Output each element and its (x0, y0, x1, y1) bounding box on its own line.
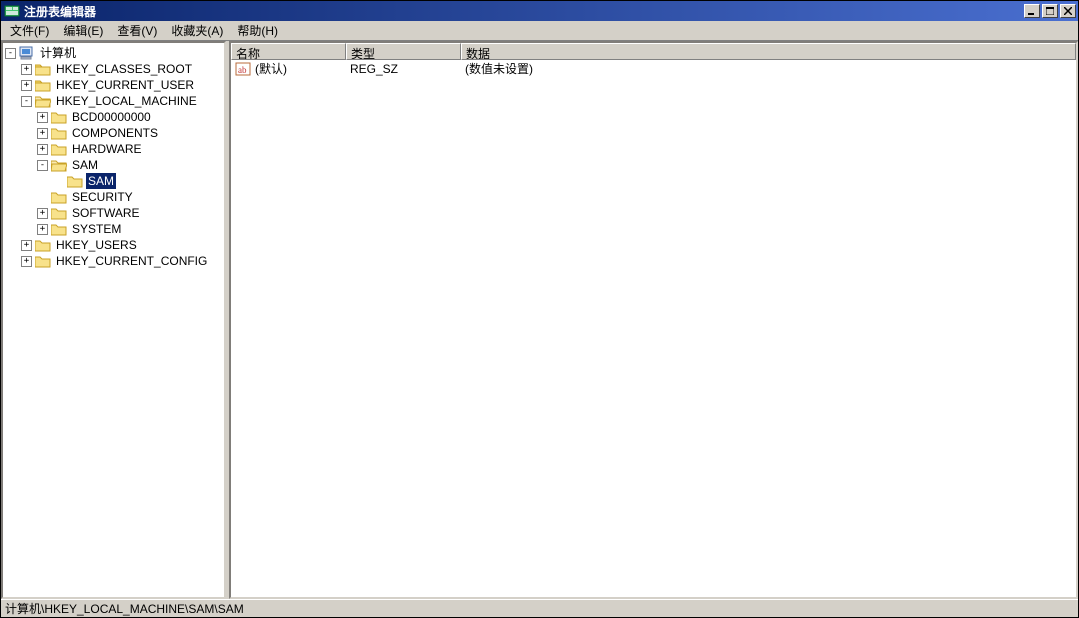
node-label-selected: SAM (86, 173, 116, 189)
node-label: SYSTEM (70, 221, 123, 237)
tree-node-sam[interactable]: - SAM (3, 157, 224, 173)
column-header-data[interactable]: 数据 (461, 43, 1076, 60)
expander-icon (37, 192, 48, 203)
tree-node-hkcu[interactable]: + HKEY_CURRENT_USER (3, 77, 224, 93)
node-label: HKEY_USERS (54, 237, 139, 253)
tree-node-sam-sam[interactable]: SAM (3, 173, 224, 189)
folder-icon (67, 174, 83, 188)
menu-file[interactable]: 文件(F) (3, 21, 56, 40)
window-title: 注册表编辑器 (24, 3, 1022, 20)
expander-icon[interactable]: + (21, 80, 32, 91)
folder-icon (35, 78, 51, 92)
tree-pane[interactable]: - 计算机 + HKEY_CLASSES_ROOT (1, 41, 226, 599)
node-label: HKEY_LOCAL_MACHINE (54, 93, 199, 109)
folder-icon (51, 126, 67, 140)
value-name: (默认) (255, 60, 287, 77)
folder-icon (51, 110, 67, 124)
column-header-type[interactable]: 类型 (346, 43, 461, 60)
minimize-button[interactable] (1024, 4, 1040, 18)
computer-icon (19, 46, 35, 60)
list-header: 名称 类型 数据 (231, 43, 1076, 60)
node-label: 计算机 (38, 45, 78, 61)
value-data: (数值未设置) (461, 60, 1076, 77)
menubar: 文件(F) 编辑(E) 查看(V) 收藏夹(A) 帮助(H) (1, 21, 1078, 41)
column-header-name[interactable]: 名称 (231, 43, 346, 60)
node-label: BCD00000000 (70, 109, 153, 125)
node-label: HKEY_CURRENT_CONFIG (54, 253, 209, 269)
expander-icon[interactable]: + (37, 128, 48, 139)
maximize-button[interactable] (1042, 4, 1058, 18)
tree-node-computer[interactable]: - 计算机 (3, 45, 224, 61)
list-pane: 名称 类型 数据 ab (默认) REG_SZ (229, 41, 1078, 599)
expander-icon[interactable]: - (5, 48, 16, 59)
folder-icon (35, 62, 51, 76)
statusbar: 计算机\HKEY_LOCAL_MACHINE\SAM\SAM (1, 599, 1078, 617)
tree-node-bcd[interactable]: + BCD00000000 (3, 109, 224, 125)
list-row[interactable]: ab (默认) REG_SZ (数值未设置) (231, 60, 1076, 77)
folder-icon (51, 190, 67, 204)
folder-icon (51, 206, 67, 220)
folder-icon (35, 254, 51, 268)
registry-editor-window: 注册表编辑器 文件(F) 编辑(E) 查看(V) 收藏夹(A) 帮助(H) (0, 0, 1079, 618)
value-type: REG_SZ (346, 62, 461, 76)
registry-tree[interactable]: - 计算机 + HKEY_CLASSES_ROOT (3, 45, 224, 269)
client-area: - 计算机 + HKEY_CLASSES_ROOT (1, 41, 1078, 599)
expander-icon[interactable]: + (21, 256, 32, 267)
tree-node-hardware[interactable]: + HARDWARE (3, 141, 224, 157)
tree-node-components[interactable]: + COMPONENTS (3, 125, 224, 141)
expander-icon[interactable]: + (37, 112, 48, 123)
folder-icon (51, 142, 67, 156)
node-label: HARDWARE (70, 141, 144, 157)
tree-node-security[interactable]: SECURITY (3, 189, 224, 205)
menu-help[interactable]: 帮助(H) (230, 21, 285, 40)
expander-icon[interactable]: + (21, 64, 32, 75)
list-body[interactable]: ab (默认) REG_SZ (数值未设置) (231, 60, 1076, 597)
expander-icon[interactable]: - (37, 160, 48, 171)
expander-icon[interactable]: + (37, 208, 48, 219)
titlebar[interactable]: 注册表编辑器 (1, 1, 1078, 21)
expander-icon[interactable]: + (37, 144, 48, 155)
expander-icon[interactable]: - (21, 96, 32, 107)
node-label: SOFTWARE (70, 205, 142, 221)
folder-icon (35, 238, 51, 252)
close-button[interactable] (1060, 4, 1076, 18)
folder-icon (51, 222, 67, 236)
expander-icon[interactable]: + (21, 240, 32, 251)
node-label: HKEY_CURRENT_USER (54, 77, 196, 93)
node-label: HKEY_CLASSES_ROOT (54, 61, 194, 77)
folder-open-icon (51, 158, 67, 172)
node-label: SAM (70, 157, 100, 173)
string-value-icon: ab (235, 61, 251, 77)
tree-node-hkcc[interactable]: + HKEY_CURRENT_CONFIG (3, 253, 224, 269)
folder-open-icon (35, 94, 51, 108)
svg-text:ab: ab (238, 65, 247, 75)
node-label: SECURITY (70, 189, 135, 205)
tree-node-software[interactable]: + SOFTWARE (3, 205, 224, 221)
menu-edit[interactable]: 编辑(E) (56, 21, 110, 40)
tree-node-hklm[interactable]: - HKEY_LOCAL_MACHINE (3, 93, 224, 109)
menu-view[interactable]: 查看(V) (110, 21, 164, 40)
tree-node-hkcr[interactable]: + HKEY_CLASSES_ROOT (3, 61, 224, 77)
app-icon (4, 3, 20, 19)
menu-favorites[interactable]: 收藏夹(A) (164, 21, 230, 40)
statusbar-path: 计算机\HKEY_LOCAL_MACHINE\SAM\SAM (5, 600, 244, 617)
node-label: COMPONENTS (70, 125, 160, 141)
expander-icon (53, 176, 64, 187)
expander-icon[interactable]: + (37, 224, 48, 235)
tree-node-system[interactable]: + SYSTEM (3, 221, 224, 237)
tree-node-hku[interactable]: + HKEY_USERS (3, 237, 224, 253)
